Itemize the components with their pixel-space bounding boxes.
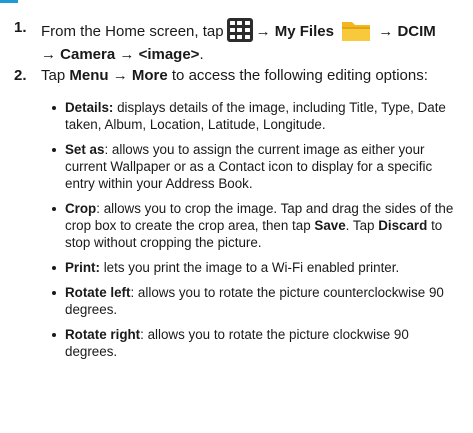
arrow-2: → — [378, 23, 394, 40]
arrow-4: → — [119, 46, 135, 63]
apps-grid-icon — [226, 18, 253, 42]
arrow-1: → — [255, 23, 271, 40]
list-item-details: Details: displays details of the image, … — [49, 99, 464, 133]
step-1-number: 1. — [14, 19, 27, 36]
list-item-rotate-right: Rotate right: allows you to rotate the p… — [49, 326, 464, 360]
editing-options-list: Details: displays details of the image, … — [49, 99, 464, 368]
list-item-rotate-left: Rotate left: allows you to rotate the pi… — [49, 284, 464, 318]
camera-label: Camera — [60, 46, 116, 63]
list-item-print: Print: lets you print the image to a Wi-… — [49, 259, 464, 276]
top-accent-bar — [0, 0, 18, 3]
arrow-3: → — [41, 46, 56, 63]
menu-label: Menu — [69, 67, 109, 84]
list-item-set-as: Set as: allows you to assign the current… — [49, 141, 464, 192]
folder-icon — [342, 22, 371, 41]
image-label: <image> — [138, 46, 200, 63]
my-files-label: My Files — [274, 23, 334, 40]
step-1-lead: From the Home screen, tap — [41, 23, 224, 40]
step-1-line-2: → Camera → <image>. — [41, 46, 204, 63]
more-label: More — [131, 67, 168, 84]
arrow-5: → — [112, 67, 128, 84]
step-1-line-1: From the Home screen, tap → My Files → DC… — [41, 18, 436, 42]
step-2-number: 2. — [14, 67, 27, 84]
list-item-crop: Crop: allows you to crop the image. Tap … — [49, 200, 464, 251]
dcim-label: DCIM — [397, 23, 436, 40]
step-2-line: Tap Menu → More to access the following … — [41, 67, 428, 84]
